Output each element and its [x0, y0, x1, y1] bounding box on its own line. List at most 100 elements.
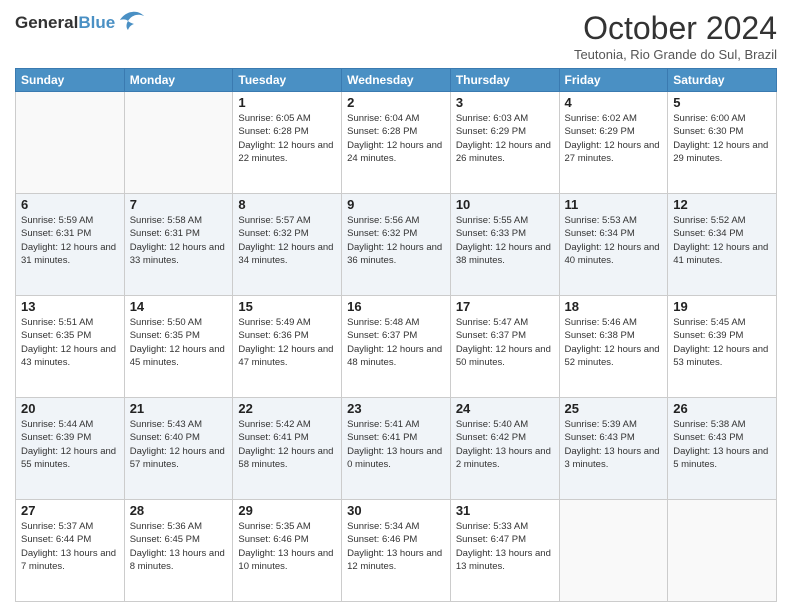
day-number: 21: [130, 401, 228, 416]
logo-general: General: [15, 13, 78, 32]
day-info: Sunrise: 5:48 AMSunset: 6:37 PMDaylight:…: [347, 316, 445, 369]
day-number: 20: [21, 401, 119, 416]
day-info: Sunrise: 5:52 AMSunset: 6:34 PMDaylight:…: [673, 214, 771, 267]
day-info: Sunrise: 5:49 AMSunset: 6:36 PMDaylight:…: [238, 316, 336, 369]
day-info: Sunrise: 6:00 AMSunset: 6:30 PMDaylight:…: [673, 112, 771, 165]
day-number: 4: [565, 95, 663, 110]
calendar-title: October 2024: [574, 10, 777, 47]
calendar-cell: 7 Sunrise: 5:58 AMSunset: 6:31 PMDaylight…: [124, 194, 233, 296]
calendar-cell: 10Sunrise: 5:55 AMSunset: 6:33 PMDayligh…: [450, 194, 559, 296]
header: GeneralBlue October 2024 Teutonia, Rio G…: [15, 10, 777, 62]
calendar-cell: 1Sunrise: 6:05 AMSunset: 6:28 PMDaylight…: [233, 92, 342, 194]
calendar-cell: 17 Sunrise: 5:47 AMSunset: 6:37 PMDayligh…: [450, 296, 559, 398]
day-info: Sunrise: 5:59 AMSunset: 6:31 PMDaylight:…: [21, 214, 119, 267]
day-info: Sunrise: 5:46 AMSunset: 6:38 PMDaylight:…: [565, 316, 663, 369]
calendar-week-row: 13 Sunrise: 5:51 AMSunset: 6:35 PMDayligh…: [16, 296, 777, 398]
page: GeneralBlue October 2024 Teutonia, Rio G…: [0, 0, 792, 612]
calendar-cell: 12 Sunrise: 5:52 AMSunset: 6:34 PMDayligh…: [668, 194, 777, 296]
calendar-cell: [668, 500, 777, 602]
day-number: 18: [565, 299, 663, 314]
calendar-cell: 4 Sunrise: 6:02 AMSunset: 6:29 PMDaylight…: [559, 92, 668, 194]
day-number: 22: [238, 401, 336, 416]
day-info: Sunrise: 5:58 AMSunset: 6:31 PMDaylight:…: [130, 214, 228, 267]
day-number: 1: [238, 95, 336, 110]
day-number: 19: [673, 299, 771, 314]
day-number: 7: [130, 197, 228, 212]
calendar-cell: 6Sunrise: 5:59 AMSunset: 6:31 PMDaylight…: [16, 194, 125, 296]
day-info: Sunrise: 5:35 AMSunset: 6:46 PMDaylight:…: [238, 520, 336, 573]
day-info: Sunrise: 5:42 AMSunset: 6:41 PMDaylight:…: [238, 418, 336, 471]
day-number: 12: [673, 197, 771, 212]
logo-blue: Blue: [78, 13, 115, 32]
calendar-week-row: 1Sunrise: 6:05 AMSunset: 6:28 PMDaylight…: [16, 92, 777, 194]
calendar-cell: 20Sunrise: 5:44 AMSunset: 6:39 PMDayligh…: [16, 398, 125, 500]
day-number: 25: [565, 401, 663, 416]
day-info: Sunrise: 6:02 AMSunset: 6:29 PMDaylight:…: [565, 112, 663, 165]
calendar-cell: 26Sunrise: 5:38 AMSunset: 6:43 PMDayligh…: [668, 398, 777, 500]
day-number: 16: [347, 299, 445, 314]
day-number: 5: [673, 95, 771, 110]
day-info: Sunrise: 5:51 AMSunset: 6:35 PMDaylight:…: [21, 316, 119, 369]
logo: GeneralBlue: [15, 10, 146, 36]
day-info: Sunrise: 6:03 AMSunset: 6:29 PMDaylight:…: [456, 112, 554, 165]
calendar-cell: 9 Sunrise: 5:56 AMSunset: 6:32 PMDaylight…: [342, 194, 451, 296]
calendar-cell: 5 Sunrise: 6:00 AMSunset: 6:30 PMDaylight…: [668, 92, 777, 194]
day-number: 15: [238, 299, 336, 314]
day-info: Sunrise: 5:41 AMSunset: 6:41 PMDaylight:…: [347, 418, 445, 471]
day-number: 30: [347, 503, 445, 518]
calendar-cell: 15 Sunrise: 5:49 AMSunset: 6:36 PMDayligh…: [233, 296, 342, 398]
weekday-header-row: SundayMondayTuesdayWednesdayThursdayFrid…: [16, 69, 777, 92]
calendar-cell: 28Sunrise: 5:36 AMSunset: 6:45 PMDayligh…: [124, 500, 233, 602]
weekday-header: Friday: [559, 69, 668, 92]
day-info: Sunrise: 5:34 AMSunset: 6:46 PMDaylight:…: [347, 520, 445, 573]
calendar-cell: 8Sunrise: 5:57 AMSunset: 6:32 PMDaylight…: [233, 194, 342, 296]
calendar-cell: 19Sunrise: 5:45 AMSunset: 6:39 PMDayligh…: [668, 296, 777, 398]
calendar-cell: 14 Sunrise: 5:50 AMSunset: 6:35 PMDayligh…: [124, 296, 233, 398]
calendar-table: SundayMondayTuesdayWednesdayThursdayFrid…: [15, 68, 777, 602]
day-number: 11: [565, 197, 663, 212]
calendar-cell: 22 Sunrise: 5:42 AMSunset: 6:41 PMDayligh…: [233, 398, 342, 500]
day-info: Sunrise: 5:40 AMSunset: 6:42 PMDaylight:…: [456, 418, 554, 471]
day-number: 13: [21, 299, 119, 314]
calendar-week-row: 27 Sunrise: 5:37 AMSunset: 6:44 PMDayligh…: [16, 500, 777, 602]
day-number: 29: [238, 503, 336, 518]
day-number: 17: [456, 299, 554, 314]
calendar-cell: 2 Sunrise: 6:04 AMSunset: 6:28 PMDaylight…: [342, 92, 451, 194]
day-number: 10: [456, 197, 554, 212]
day-info: Sunrise: 5:50 AMSunset: 6:35 PMDaylight:…: [130, 316, 228, 369]
day-info: Sunrise: 5:43 AMSunset: 6:40 PMDaylight:…: [130, 418, 228, 471]
day-info: Sunrise: 5:37 AMSunset: 6:44 PMDaylight:…: [21, 520, 119, 573]
day-info: Sunrise: 6:04 AMSunset: 6:28 PMDaylight:…: [347, 112, 445, 165]
calendar-cell: 30 Sunrise: 5:34 AMSunset: 6:46 PMDayligh…: [342, 500, 451, 602]
calendar-cell: [16, 92, 125, 194]
day-number: 27: [21, 503, 119, 518]
calendar-cell: 25Sunrise: 5:39 AMSunset: 6:43 PMDayligh…: [559, 398, 668, 500]
calendar-cell: 29 Sunrise: 5:35 AMSunset: 6:46 PMDayligh…: [233, 500, 342, 602]
day-number: 14: [130, 299, 228, 314]
calendar-cell: 31Sunrise: 5:33 AMSunset: 6:47 PMDayligh…: [450, 500, 559, 602]
day-number: 2: [347, 95, 445, 110]
weekday-header: Thursday: [450, 69, 559, 92]
day-number: 24: [456, 401, 554, 416]
weekday-header: Wednesday: [342, 69, 451, 92]
calendar-cell: 23Sunrise: 5:41 AMSunset: 6:41 PMDayligh…: [342, 398, 451, 500]
day-info: Sunrise: 5:53 AMSunset: 6:34 PMDaylight:…: [565, 214, 663, 267]
day-info: Sunrise: 5:57 AMSunset: 6:32 PMDaylight:…: [238, 214, 336, 267]
calendar-cell: 18 Sunrise: 5:46 AMSunset: 6:38 PMDayligh…: [559, 296, 668, 398]
weekday-header: Sunday: [16, 69, 125, 92]
weekday-header: Monday: [124, 69, 233, 92]
weekday-header: Saturday: [668, 69, 777, 92]
day-number: 26: [673, 401, 771, 416]
day-info: Sunrise: 5:56 AMSunset: 6:32 PMDaylight:…: [347, 214, 445, 267]
calendar-cell: 24 Sunrise: 5:40 AMSunset: 6:42 PMDayligh…: [450, 398, 559, 500]
weekday-header: Tuesday: [233, 69, 342, 92]
day-number: 9: [347, 197, 445, 212]
day-info: Sunrise: 5:47 AMSunset: 6:37 PMDaylight:…: [456, 316, 554, 369]
calendar-cell: [124, 92, 233, 194]
day-number: 31: [456, 503, 554, 518]
calendar-cell: 11 Sunrise: 5:53 AMSunset: 6:34 PMDayligh…: [559, 194, 668, 296]
calendar-cell: [559, 500, 668, 602]
calendar-cell: 13 Sunrise: 5:51 AMSunset: 6:35 PMDayligh…: [16, 296, 125, 398]
title-block: October 2024 Teutonia, Rio Grande do Sul…: [574, 10, 777, 62]
day-number: 28: [130, 503, 228, 518]
